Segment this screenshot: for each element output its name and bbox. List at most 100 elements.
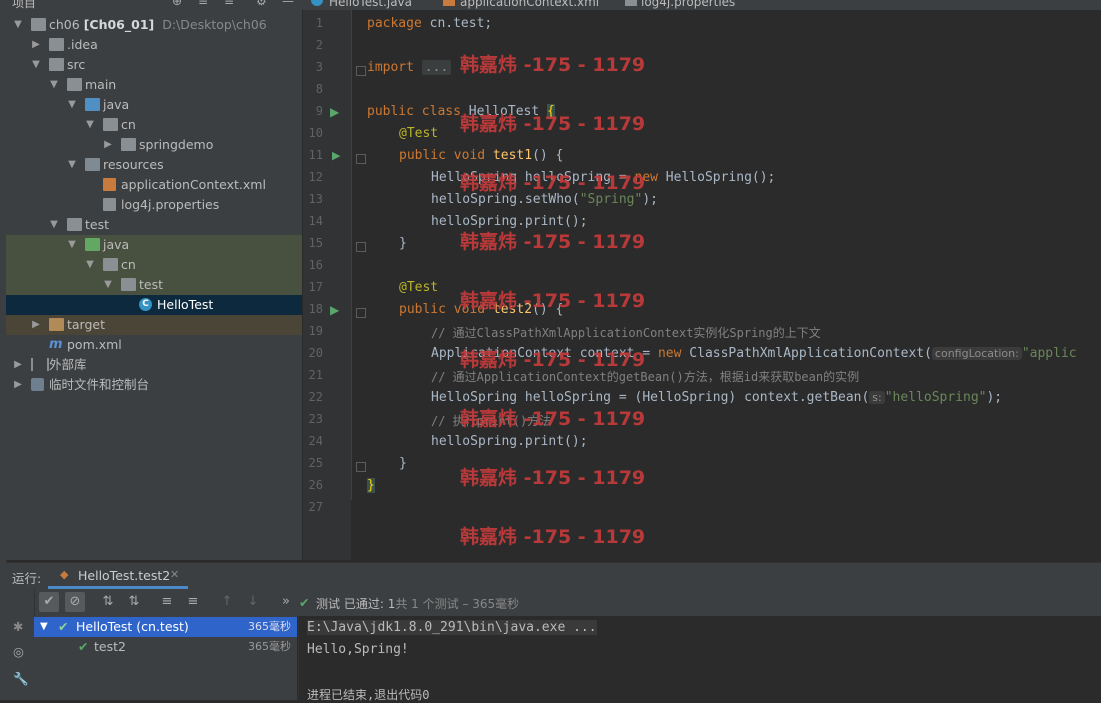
chevron-down-icon[interactable]: ▼: [12, 15, 24, 35]
tree-item-target[interactable]: ▶ target: [6, 315, 302, 335]
chevron-down-icon[interactable]: ▼: [102, 275, 114, 295]
tree-item-main-cn[interactable]: ▼ cn: [6, 115, 302, 135]
folder-icon: [49, 58, 64, 71]
watermark-text: 韩嘉炜 -175 - 1179: [460, 408, 646, 430]
tab-log4j[interactable]: log4j.properties: [641, 0, 735, 9]
chevron-down-icon[interactable]: ▼: [48, 75, 60, 95]
watermark-text: 韩嘉炜 -175 - 1179: [460, 526, 646, 548]
line-number: 20: [308, 346, 323, 360]
line-number: 25: [308, 456, 323, 470]
add-icon[interactable]: ⊕: [172, 0, 182, 8]
fold-icon[interactable]: [356, 308, 366, 318]
run-tab-hellotest[interactable]: HelloTest.test2: [78, 568, 170, 583]
tree-item-applicationcontext[interactable]: applicationContext.xml: [6, 175, 302, 195]
tree-label: .idea: [67, 37, 98, 52]
tree-item-test[interactable]: ▼ test: [6, 215, 302, 235]
chevron-down-icon[interactable]: ▼: [84, 255, 96, 275]
camera-icon[interactable]: ◎: [13, 644, 24, 659]
status-rest: 共 1 个测试 – 365毫秒: [395, 597, 520, 611]
chevron-down-icon[interactable]: ▼: [40, 617, 48, 637]
java-class-icon: [311, 0, 323, 6]
tree-item-idea[interactable]: ▶ .idea: [6, 35, 302, 55]
line-number: 8: [315, 82, 323, 96]
keyword: package: [367, 16, 422, 31]
tree-item-src[interactable]: ▼ src: [6, 55, 302, 75]
next-icon[interactable]: ↓: [243, 592, 263, 612]
sort-alpha-icon[interactable]: ⇅: [98, 592, 118, 612]
tree-item-test-package[interactable]: ▼ test: [6, 275, 302, 295]
chevron-right-icon[interactable]: ▶: [30, 35, 42, 55]
tab-applicationcontext[interactable]: applicationContext.xml: [460, 0, 599, 9]
expand-all-icon[interactable]: ≡: [157, 592, 177, 612]
resources-folder-icon: [85, 158, 100, 171]
watermark-text: 韩嘉炜 -175 - 1179: [460, 113, 646, 135]
tab-hellotest[interactable]: HelloTest.java: [329, 0, 412, 9]
chevron-right-icon[interactable]: ▶: [12, 355, 24, 375]
package-icon: [121, 278, 136, 291]
fold-icon[interactable]: [356, 462, 366, 472]
properties-file-icon: [103, 198, 116, 211]
chevron-right-icon[interactable]: ▶: [102, 135, 114, 155]
line-number: 23: [308, 412, 323, 426]
show-passed-icon[interactable]: ✔: [39, 592, 59, 612]
sort-duration-icon[interactable]: ⇅: [124, 592, 144, 612]
collapse-icon[interactable]: ≡: [198, 0, 208, 8]
chevron-down-icon[interactable]: ▼: [66, 155, 78, 175]
line-number: 24: [308, 434, 323, 448]
show-ignored-icon[interactable]: ⊘: [65, 592, 85, 612]
watermark-text: 韩嘉炜 -175 - 1179: [460, 349, 646, 371]
test-row[interactable]: ▼ ✔ HelloTest (cn.test) 365毫秒: [34, 617, 297, 637]
run-label: 运行:: [12, 571, 42, 586]
parameter-hint: s:: [869, 391, 885, 404]
tree-item-scratches[interactable]: ▶ 临时文件和控制台: [6, 375, 302, 395]
tree-item-springdemo[interactable]: ▶ springdemo: [6, 135, 302, 155]
chevron-down-icon[interactable]: ▼: [66, 95, 78, 115]
chevron-down-icon[interactable]: ▼: [84, 115, 96, 135]
console-command[interactable]: E:\Java\jdk1.8.0_291\bin\java.exe ...: [307, 620, 597, 635]
fold-icon[interactable]: [356, 66, 366, 76]
chevron-down-icon[interactable]: ▼: [66, 235, 78, 255]
tree-item-test-java[interactable]: ▼ java: [6, 235, 302, 255]
tree-label: springdemo: [139, 137, 214, 152]
tree-item-pom[interactable]: m pom.xml: [6, 335, 302, 355]
console-line: Hello,Spring!: [307, 642, 409, 657]
folder-icon: [49, 38, 64, 51]
fold-icon[interactable]: [356, 242, 366, 252]
folded-imports[interactable]: ...: [421, 60, 452, 75]
line-number: 19: [308, 324, 323, 338]
expand-icon[interactable]: ≡: [224, 0, 234, 8]
code-comment: // 通过ClassPathXmlApplicationContext实例化Sp…: [431, 326, 821, 340]
run-class-icon[interactable]: ▶: [330, 105, 339, 119]
run-test-passed-icon[interactable]: ▶: [330, 303, 339, 317]
previous-icon[interactable]: ↑: [217, 592, 237, 612]
hide-icon[interactable]: —: [282, 0, 294, 8]
keyword: public class: [367, 104, 461, 119]
tree-item-hellotest[interactable]: C HelloTest: [6, 295, 302, 315]
wrench-icon[interactable]: 🔧: [13, 671, 29, 687]
tree-item-main-java[interactable]: ▼ java: [6, 95, 302, 115]
watermark-text: 韩嘉炜 -175 - 1179: [460, 467, 646, 489]
tree-root[interactable]: ▼ ch06 [Ch06_01] D:\Desktop\ch06: [6, 15, 302, 35]
debug-icon[interactable]: ✱: [13, 619, 23, 634]
collapse-all-icon[interactable]: ≡: [183, 592, 203, 612]
code-line: import ...: [367, 60, 452, 75]
run-test-icon[interactable]: ▶: [332, 149, 340, 162]
tree-item-resources[interactable]: ▼ resources: [6, 155, 302, 175]
test-row[interactable]: ✔ test2 365毫秒: [34, 637, 297, 657]
more-icon[interactable]: »: [276, 592, 296, 612]
line-number: 9: [315, 104, 323, 118]
source-folder-icon: [85, 98, 100, 111]
fold-icon[interactable]: [356, 154, 366, 164]
close-icon[interactable]: ✕: [170, 568, 179, 581]
tree-item-main[interactable]: ▼ main: [6, 75, 302, 95]
tree-item-external-libraries[interactable]: ▶ 外部库: [6, 355, 302, 375]
chevron-down-icon[interactable]: ▼: [48, 215, 60, 235]
test-config-icon: ◆: [60, 568, 69, 581]
gear-icon[interactable]: ⚙: [256, 0, 267, 8]
tree-item-test-cn[interactable]: ▼ cn: [6, 255, 302, 275]
tree-item-log4j[interactable]: log4j.properties: [6, 195, 302, 215]
line-number: 17: [308, 280, 323, 294]
chevron-right-icon[interactable]: ▶: [12, 375, 24, 395]
chevron-right-icon[interactable]: ▶: [30, 315, 42, 335]
chevron-down-icon[interactable]: ▼: [30, 55, 42, 75]
